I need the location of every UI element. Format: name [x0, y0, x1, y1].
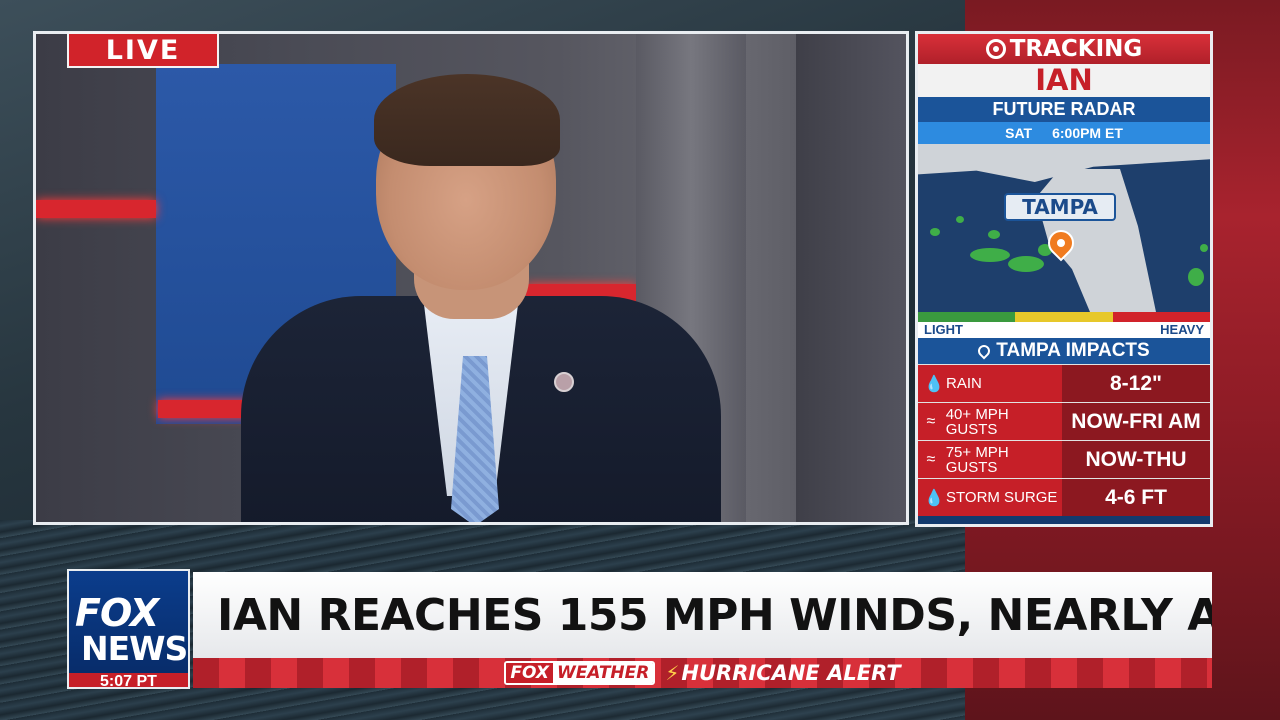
legend-light: LIGHT	[924, 322, 963, 337]
studio-red-light	[36, 200, 156, 218]
impact-value: NOW-THU	[1062, 441, 1210, 478]
hurricane-alert-text: HURRICANE ALERT	[681, 661, 901, 685]
alert-ticker: FOX WEATHER ⚡HURRICANE ALERT	[193, 658, 1212, 688]
impacts-list: 💧 RAIN 8-12" ≈40+ MPH GUSTS NOW-FRI AM ≈75+ M…	[918, 364, 1210, 516]
storm-name: IAN	[918, 64, 1210, 97]
guest-hair	[374, 74, 560, 166]
rain-cell	[988, 230, 1000, 239]
wind-icon: ≈	[926, 450, 936, 468]
intensity-heavy-swatch	[1112, 312, 1210, 322]
clock-time: 5:07 PT	[69, 673, 188, 687]
fox-weather-weather: WEATHER	[552, 663, 654, 683]
impact-label: 40+ MPH GUSTS	[945, 405, 1009, 438]
radar-time: 6:00PM ET	[1052, 125, 1123, 141]
hurricane-tracking-panel: TRACKING IAN FUTURE RADAR SAT 6:00PM ET …	[915, 31, 1213, 527]
raindrop-icon: 💧	[924, 375, 944, 393]
impact-label: STORM SURGE	[946, 489, 1058, 506]
impact-row: 💧 STORM SURGE 4-6 FT	[918, 478, 1210, 516]
rain-band	[1008, 256, 1044, 272]
intensity-scale	[918, 312, 1210, 322]
fox-weather-badge: FOX WEATHER	[504, 661, 656, 685]
impact-label-cell: ≈40+ MPH GUSTS	[918, 403, 1062, 440]
fox-news-logo: FOX NEWS 5:07 PT	[67, 569, 190, 689]
fox-weather-fox: FOX	[506, 663, 553, 683]
intensity-legend: LIGHT HEAVY	[918, 322, 1210, 338]
rain-cell	[1200, 244, 1208, 252]
tracking-label: TRACKING	[1009, 36, 1143, 62]
lapel-pin	[554, 372, 574, 392]
map-city-label: TAMPA	[1004, 193, 1116, 221]
impact-row: ≈40+ MPH GUSTS NOW-FRI AM	[918, 402, 1210, 440]
radar-map: TAMPA	[918, 144, 1210, 312]
target-icon	[985, 39, 1006, 59]
tracking-header: TRACKING	[918, 34, 1210, 64]
wind-icon: ≈	[926, 412, 936, 430]
live-video-feed	[33, 31, 909, 525]
waves-icon: 💧	[924, 489, 944, 507]
impact-label-cell: ≈75+ MPH GUSTS	[918, 441, 1062, 478]
intensity-light-swatch	[918, 312, 1016, 322]
impact-label-cell: 💧 RAIN	[918, 365, 1062, 402]
rain-cell	[930, 228, 940, 236]
radar-timestamp: SAT 6:00PM ET	[918, 122, 1210, 144]
radar-day: SAT	[1005, 125, 1033, 141]
rain-cell	[1188, 268, 1204, 286]
impact-row: 💧 RAIN 8-12"	[918, 364, 1210, 402]
rain-band	[970, 248, 1010, 262]
impact-value: 8-12"	[1062, 365, 1210, 402]
impact-row: ≈75+ MPH GUSTS NOW-THU	[918, 440, 1210, 478]
impact-value: NOW-FRI AM	[1062, 403, 1210, 440]
hurricane-alert: ⚡HURRICANE ALERT	[665, 661, 900, 685]
headline-text: IAN REACHES 155 MPH WINDS, NEARLY A CATE…	[217, 589, 1212, 641]
intensity-moderate-swatch	[1015, 312, 1113, 322]
live-badge: LIVE	[67, 32, 219, 68]
impact-value: 4-6 FT	[1062, 479, 1210, 516]
headline-bar: IAN REACHES 155 MPH WINDS, NEARLY A CATE…	[193, 572, 1212, 658]
impacts-header: TAMPA IMPACTS	[918, 338, 1210, 364]
lightning-bolt-icon: ⚡	[665, 661, 680, 685]
impacts-title: TAMPA IMPACTS	[996, 340, 1150, 361]
impact-label: 75+ MPH GUSTS	[945, 443, 1009, 476]
impact-label: RAIN	[946, 375, 982, 392]
studio-column	[796, 34, 906, 522]
impact-label-cell: 💧 STORM SURGE	[918, 479, 1062, 516]
radar-title: FUTURE RADAR	[918, 97, 1210, 122]
rain-cell	[956, 216, 964, 223]
logo-news-text: NEWS	[81, 629, 188, 668]
legend-heavy: HEAVY	[1160, 322, 1204, 337]
location-marker-icon	[975, 342, 993, 360]
